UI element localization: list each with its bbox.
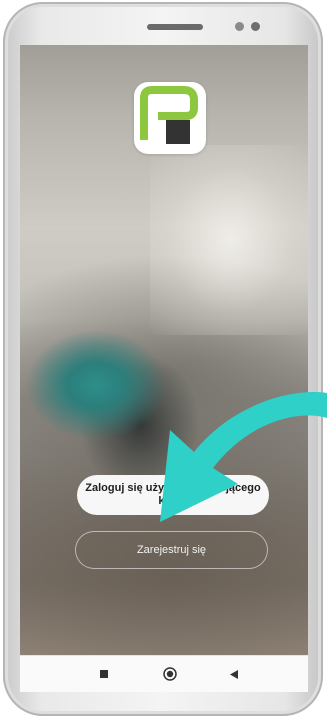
app-logo: [134, 82, 206, 154]
proximity-sensor: [251, 22, 260, 31]
recent-apps-icon: [100, 670, 108, 678]
back-icon: [230, 669, 238, 679]
background-photo: [150, 145, 308, 335]
home-icon: [163, 667, 177, 681]
login-button-label: Zaloguj się używając istniejącego konta: [85, 482, 261, 507]
register-button-label: Zarejestruj się: [136, 544, 207, 556]
app-screen: Zaloguj się używając istniejącego konta …: [20, 45, 308, 655]
home-button[interactable]: [152, 656, 188, 692]
register-button[interactable]: Zarejestruj się: [75, 531, 268, 569]
phone-speaker: [147, 24, 203, 30]
back-button[interactable]: [216, 656, 252, 692]
front-camera: [235, 22, 244, 31]
recent-apps-button[interactable]: [86, 656, 122, 692]
logo-icon: [140, 86, 198, 144]
navigation-bar: [20, 655, 308, 692]
login-button[interactable]: Zaloguj się używając istniejącego konta: [77, 475, 269, 515]
